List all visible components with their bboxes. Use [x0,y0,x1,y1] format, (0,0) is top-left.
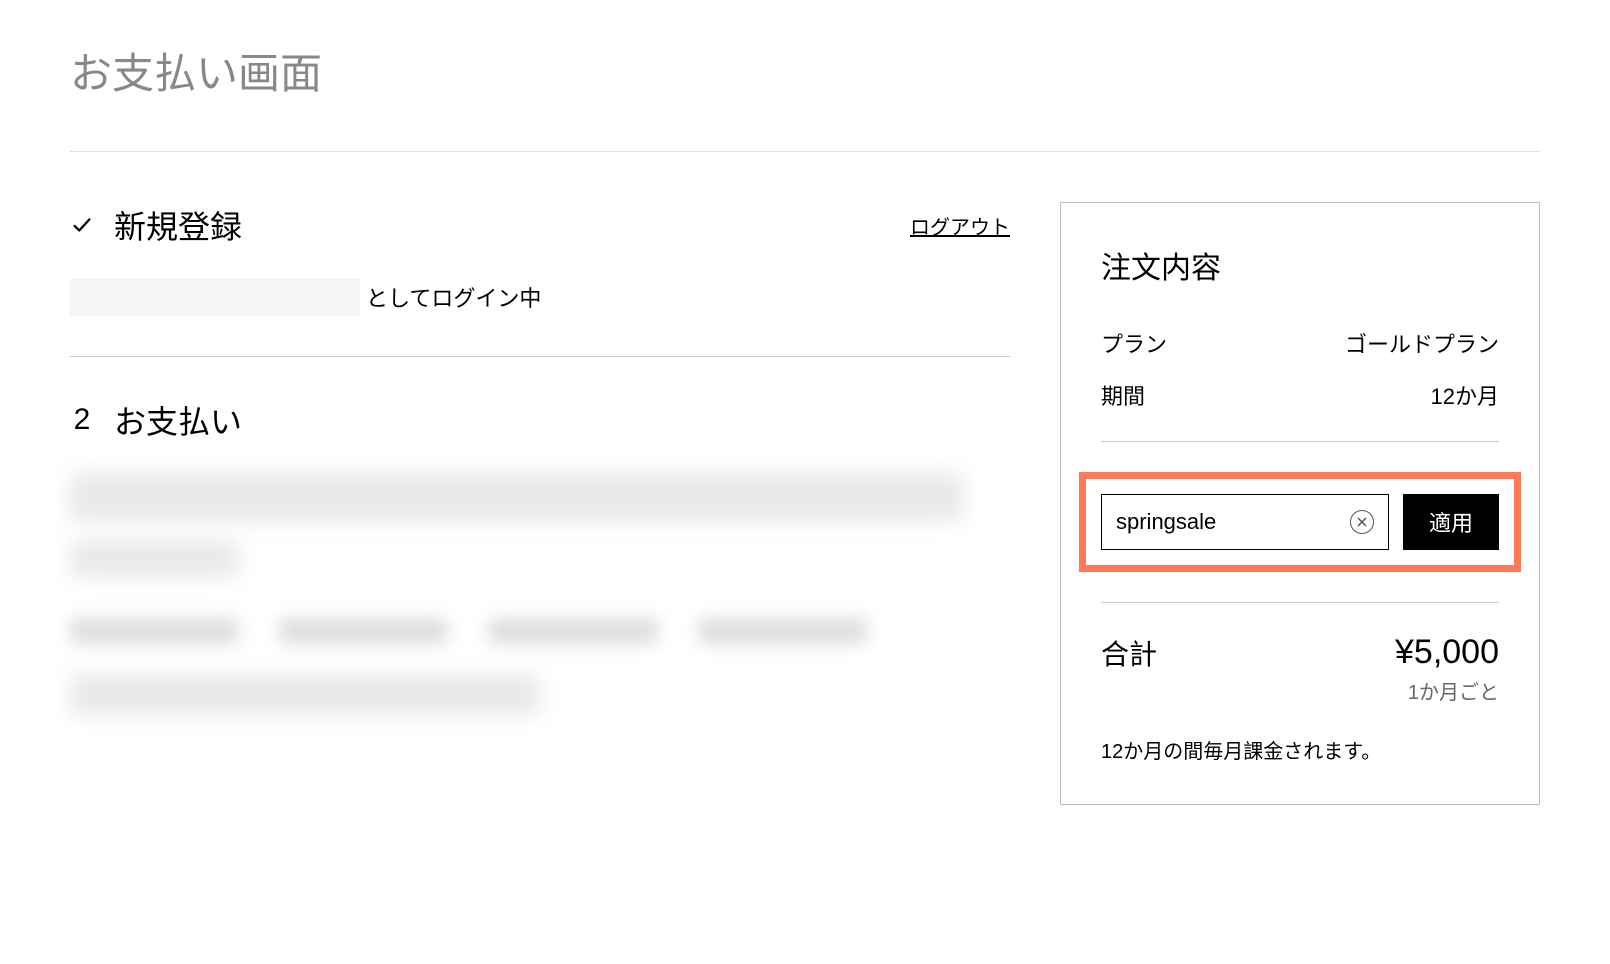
coupon-input[interactable] [1116,509,1350,535]
payment-form-blurred [70,473,1010,715]
step2-number: 2 [70,403,94,437]
login-status: としてログイン中 [70,278,1010,316]
checkmark-icon [70,213,94,237]
step2-header: 2 お支払い [70,397,1010,443]
summary-plan-row: プラン ゴールドプラン [1101,327,1499,359]
step1-header: 新規登録 ログアウト [70,202,1010,248]
clear-coupon-button[interactable] [1350,510,1374,534]
summary-divider-1 [1101,441,1499,442]
logout-link[interactable]: ログアウト [910,211,1010,240]
total-amount: ¥5,000 [1395,633,1499,672]
coupon-highlight: 適用 [1079,472,1521,572]
plan-label: プラン [1101,327,1167,359]
period-value: 12か月 [1431,379,1499,411]
order-summary: 注文内容 プラン ゴールドプラン 期間 12か月 [1060,202,1540,805]
total-row: 合計 ¥5,000 1か月ごと [1101,633,1499,705]
page-title: お支払い画面 [70,40,1540,101]
login-status-text: としてログイン中 [366,281,541,313]
step2-title: お支払い [114,397,242,443]
checkout-steps: 新規登録 ログアウト としてログイン中 2 お支払い [70,202,1010,735]
summary-period-row: 期間 12か月 [1101,379,1499,411]
plan-value: ゴールドプラン [1345,327,1499,359]
page-divider [70,151,1540,152]
close-icon [1357,515,1367,530]
summary-title: 注文内容 [1101,243,1499,287]
total-frequency: 1か月ごと [1395,676,1499,705]
total-label: 合計 [1101,633,1157,673]
coupon-input-wrapper [1101,494,1389,550]
billing-note: 12か月の間毎月課金されます。 [1101,735,1499,764]
summary-divider-2 [1101,602,1499,603]
period-label: 期間 [1101,379,1145,411]
redacted-username [70,278,360,316]
step-divider [70,356,1010,357]
step1-title: 新規登録 [114,202,242,248]
apply-coupon-button[interactable]: 適用 [1403,494,1499,550]
